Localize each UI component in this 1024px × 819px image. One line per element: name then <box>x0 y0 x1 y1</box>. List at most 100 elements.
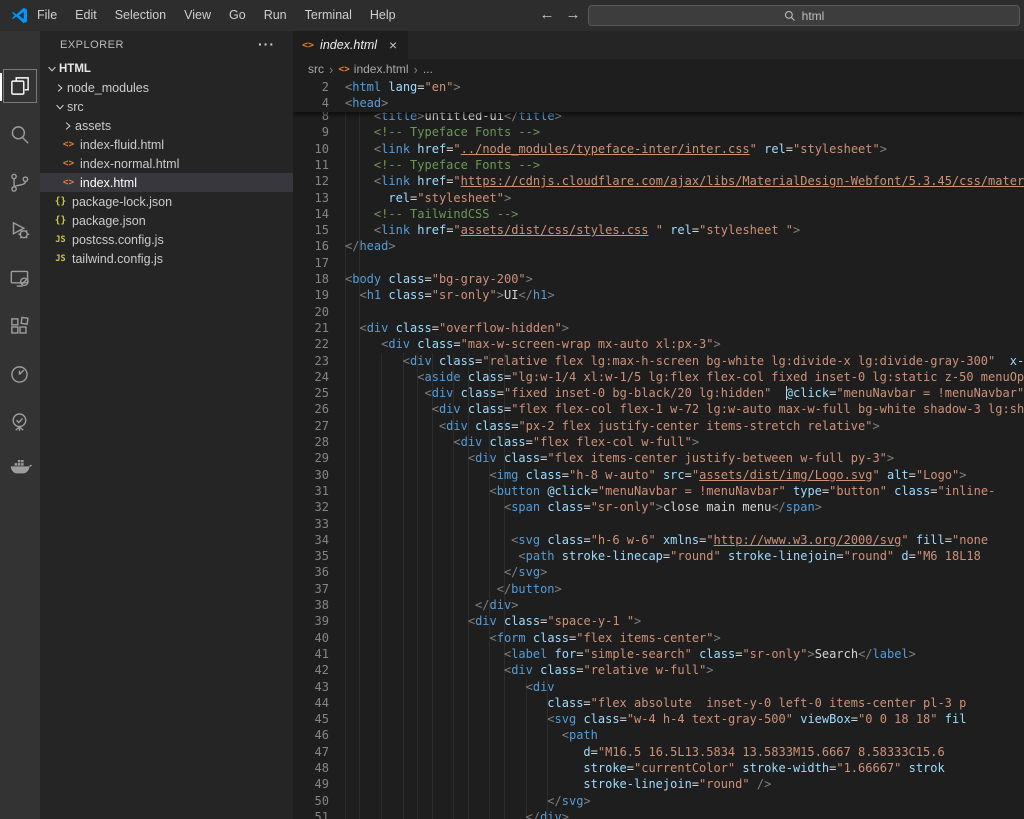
code-line[interactable]: 39 <div class="space-y-1 "> <box>293 613 1024 630</box>
menu-item-help[interactable]: Help <box>361 0 405 31</box>
code-line[interactable]: 11 <!-- Typeface Fonts --> <box>293 157 1024 174</box>
command-center-search[interactable]: html <box>588 5 1020 26</box>
tree-item-label: index-normal.html <box>80 157 179 171</box>
source-control-icon[interactable] <box>7 170 33 196</box>
sticky-scroll[interactable]: 2<html lang="en">4<head> <box>293 79 1024 112</box>
code-line[interactable]: 27 <div class="px-2 flex justify-center … <box>293 418 1024 435</box>
code-line[interactable]: 9 <!-- Typeface Fonts --> <box>293 124 1024 141</box>
code-line[interactable]: 20 <box>293 304 1024 321</box>
code-line[interactable]: 10 <link href="../node_modules/typeface-… <box>293 141 1024 158</box>
code-line[interactable]: 34 <svg class="h-6 w-6" xmlns="http://ww… <box>293 532 1024 549</box>
code-line[interactable]: 32 <span class="sr-only">close main menu… <box>293 499 1024 516</box>
code-line[interactable]: 21 <div class="overflow-hidden"> <box>293 320 1024 337</box>
code-line[interactable]: 37 </button> <box>293 581 1024 598</box>
line-number: 15 <box>293 222 329 238</box>
code-line[interactable]: 4<head> <box>293 95 1024 112</box>
line-content: <div class="flex flex-col flex-1 w-72 lg… <box>345 402 1024 416</box>
line-number: 40 <box>293 630 329 646</box>
breadcrumb-item-src[interactable]: src <box>308 62 324 76</box>
code-line[interactable]: 17 <box>293 255 1024 272</box>
breadcrumb-item--[interactable]: ... <box>423 62 433 76</box>
code-line[interactable]: 26 <div class="flex flex-col flex-1 w-72… <box>293 401 1024 418</box>
tree-item-index-fluid-html[interactable]: <>index-fluid.html <box>40 135 293 154</box>
menu-item-run[interactable]: Run <box>255 0 296 31</box>
menu-item-go[interactable]: Go <box>220 0 255 31</box>
code-line[interactable]: 49 stroke-linejoin="round" /> <box>293 776 1024 793</box>
tree-item-package-json[interactable]: {}package.json <box>40 211 293 230</box>
line-content: <div class="flex items-center justify-be… <box>345 451 894 465</box>
tree-item-tailwind-config-js[interactable]: JStailwind.config.js <box>40 249 293 268</box>
code-line[interactable]: 36 </svg> <box>293 564 1024 581</box>
menu-item-terminal[interactable]: Terminal <box>296 0 361 31</box>
tree-item-node-modules[interactable]: node_modules <box>40 78 293 97</box>
code-line[interactable]: 46 <path <box>293 727 1024 744</box>
line-content: class="flex absolute inset-y-0 left-0 it… <box>345 696 966 710</box>
line-number: 30 <box>293 467 329 483</box>
line-content: <html lang="en"> <box>345 80 461 94</box>
code-line[interactable]: 33 <box>293 516 1024 533</box>
code-line[interactable]: 42 <div class="relative w-full"> <box>293 662 1024 679</box>
tree-item-index-html[interactable]: <>index.html <box>40 173 293 192</box>
line-number: 17 <box>293 255 329 271</box>
extensions-icon[interactable] <box>7 314 33 340</box>
code-line[interactable]: 23 <div class="relative flex lg:max-h-sc… <box>293 353 1024 370</box>
code-line[interactable]: 35 <path stroke-linecap="round" stroke-l… <box>293 548 1024 565</box>
html-icon: <> <box>338 64 349 75</box>
code-line[interactable]: 28 <div class="flex flex-col w-full"> <box>293 434 1024 451</box>
code-line[interactable]: 22 <div class="max-w-screen-wrap mx-auto… <box>293 336 1024 353</box>
code-line[interactable]: 45 <svg class="w-4 h-4 text-gray-500" vi… <box>293 711 1024 728</box>
code-line[interactable]: 48 stroke="currentColor" stroke-width="1… <box>293 760 1024 777</box>
code-line[interactable]: 38 </div> <box>293 597 1024 614</box>
vscode-logo-icon <box>11 7 28 24</box>
line-number: 39 <box>293 613 329 629</box>
nav-forward-arrow[interactable]: → <box>560 0 586 31</box>
code-line[interactable]: 19 <h1 class="sr-only">UI</h1> <box>293 287 1024 304</box>
code-line[interactable]: 14 <!-- TailwindCSS --> <box>293 206 1024 223</box>
code-line[interactable]: 18<body class="bg-gray-200"> <box>293 271 1024 288</box>
menu-item-selection[interactable]: Selection <box>106 0 175 31</box>
code-line[interactable]: 13 rel="stylesheet"> <box>293 190 1024 207</box>
remote-explorer-icon[interactable] <box>7 266 33 292</box>
tree-check-icon[interactable] <box>7 410 33 436</box>
code-line[interactable]: 25 <div class="fixed inset-0 bg-black/20… <box>293 385 1024 402</box>
tree-item-src[interactable]: src <box>40 97 293 116</box>
code-line[interactable]: 16</head> <box>293 238 1024 255</box>
code-line[interactable]: 44 class="flex absolute inset-y-0 left-0… <box>293 695 1024 712</box>
code-line[interactable]: 2<html lang="en"> <box>293 79 1024 96</box>
menu-item-view[interactable]: View <box>175 0 220 31</box>
code-line[interactable]: 41 <label for="simple-search" class="sr-… <box>293 646 1024 663</box>
tree-item-assets[interactable]: assets <box>40 116 293 135</box>
tab-close-icon[interactable]: × <box>387 37 399 53</box>
code-line[interactable]: 50 </svg> <box>293 793 1024 810</box>
menu-item-edit[interactable]: Edit <box>66 0 106 31</box>
code-line[interactable]: 31 <button @click="menuNavbar = !menuNav… <box>293 483 1024 500</box>
tree-item-index-normal-html[interactable]: <>index-normal.html <box>40 154 293 173</box>
menu-item-file[interactable]: File <box>28 0 66 31</box>
tree-item-postcss-config-js[interactable]: JSpostcss.config.js <box>40 230 293 249</box>
code-line[interactable]: 43 <div <box>293 679 1024 696</box>
code-line[interactable]: 15 <link href="assets/dist/css/styles.cs… <box>293 222 1024 239</box>
nav-back-arrow[interactable]: ← <box>534 0 560 31</box>
clock-icon[interactable] <box>7 362 33 388</box>
docker-icon[interactable] <box>7 455 33 481</box>
run-debug-icon[interactable] <box>7 218 33 244</box>
code-line[interactable]: 51 </div> <box>293 809 1024 819</box>
line-content: <form class="flex items-center"> <box>345 631 721 645</box>
breadcrumb-item-index-html[interactable]: <>index.html <box>338 62 408 76</box>
search-icon[interactable] <box>7 122 33 148</box>
tree-item-package-lock-json[interactable]: {}package-lock.json <box>40 192 293 211</box>
tab-index-html[interactable]: <> index.html × <box>293 31 408 59</box>
code-editor[interactable]: 8 <title>untitled-ui</title>9 <!-- Typef… <box>293 79 1024 819</box>
code-line[interactable]: 40 <form class="flex items-center"> <box>293 630 1024 647</box>
code-line[interactable]: 24 <aside class="lg:w-1/4 xl:w-1/5 lg:fl… <box>293 369 1024 386</box>
code-line[interactable]: 47 d="M16.5 16.5L13.5834 13.5833M15.6667… <box>293 744 1024 761</box>
line-content: <span class="sr-only">close main menu</s… <box>345 500 822 514</box>
explorer-more-actions-icon[interactable]: ··· <box>258 31 275 59</box>
code-line[interactable]: 30 <img class="h-8 w-auto" src="assets/d… <box>293 467 1024 484</box>
explorer-icon[interactable] <box>7 73 33 99</box>
code-line[interactable]: 12 <link href="https://cdnjs.cloudflare.… <box>293 173 1024 190</box>
line-number: 36 <box>293 564 329 580</box>
code-line[interactable]: 29 <div class="flex items-center justify… <box>293 450 1024 467</box>
tree-item-html[interactable]: HTML <box>40 59 293 78</box>
line-content: <link href="https://cdnjs.cloudflare.com… <box>345 174 1024 188</box>
